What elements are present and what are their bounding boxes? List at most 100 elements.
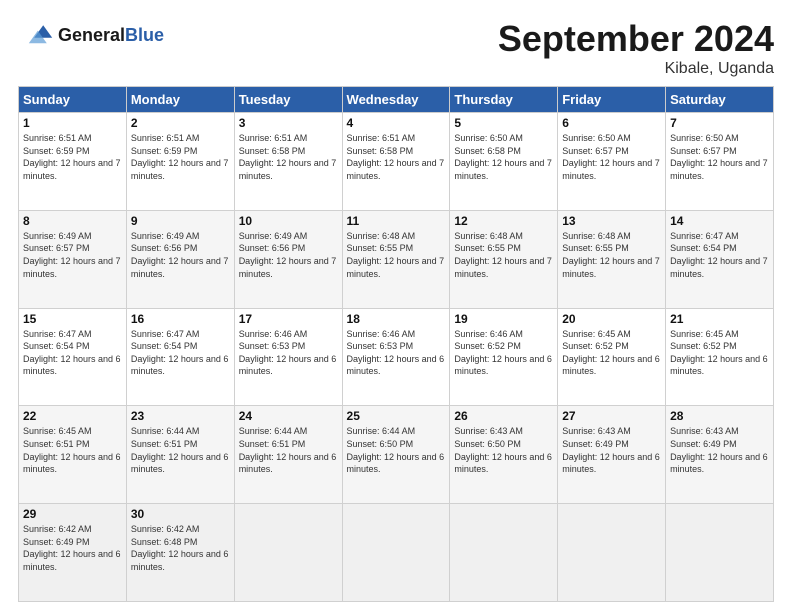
weekday-header-thursday: Thursday xyxy=(450,87,558,113)
day-info: Sunrise: 6:50 AMSunset: 6:57 PMDaylight:… xyxy=(562,132,661,182)
weekday-header-wednesday: Wednesday xyxy=(342,87,450,113)
day-info: Sunrise: 6:49 AMSunset: 6:56 PMDaylight:… xyxy=(239,230,338,280)
day-number: 3 xyxy=(239,116,338,130)
logo-text: GeneralBlue xyxy=(58,26,164,46)
calendar-cell: 30 Sunrise: 6:42 AMSunset: 6:48 PMDayligh… xyxy=(126,504,234,602)
calendar-cell: 6 Sunrise: 6:50 AMSunset: 6:57 PMDaylight… xyxy=(558,113,666,211)
day-info: Sunrise: 6:51 AMSunset: 6:58 PMDaylight:… xyxy=(347,132,446,182)
calendar-cell: 17 Sunrise: 6:46 AMSunset: 6:53 PMDayligh… xyxy=(234,308,342,406)
day-number: 16 xyxy=(131,312,230,326)
calendar-cell: 22 Sunrise: 6:45 AMSunset: 6:51 PMDayligh… xyxy=(19,406,127,504)
day-info: Sunrise: 6:45 AMSunset: 6:52 PMDaylight:… xyxy=(670,328,769,378)
day-number: 8 xyxy=(23,214,122,228)
calendar-cell: 8 Sunrise: 6:49 AMSunset: 6:57 PMDaylight… xyxy=(19,210,127,308)
day-number: 4 xyxy=(347,116,446,130)
calendar-cell: 25 Sunrise: 6:44 AMSunset: 6:50 PMDayligh… xyxy=(342,406,450,504)
calendar-cell: 20Sunrise: 6:45 AMSunset: 6:52 PMDayligh… xyxy=(558,308,666,406)
calendar-cell: 3 Sunrise: 6:51 AMSunset: 6:58 PMDaylight… xyxy=(234,113,342,211)
day-number: 28 xyxy=(670,409,769,423)
day-number: 2 xyxy=(131,116,230,130)
day-info: Sunrise: 6:48 AMSunset: 6:55 PMDaylight:… xyxy=(562,230,661,280)
calendar-cell: 4 Sunrise: 6:51 AMSunset: 6:58 PMDaylight… xyxy=(342,113,450,211)
day-number: 21 xyxy=(670,312,769,326)
weekday-header-friday: Friday xyxy=(558,87,666,113)
day-number: 7 xyxy=(670,116,769,130)
day-number: 24 xyxy=(239,409,338,423)
day-number: 6 xyxy=(562,116,661,130)
logo-icon xyxy=(18,18,54,54)
day-number: 18 xyxy=(347,312,446,326)
day-number: 12 xyxy=(454,214,553,228)
header: GeneralBlue September 2024 Kibale, Ugand… xyxy=(18,18,774,78)
calendar-cell xyxy=(234,504,342,602)
calendar-cell: 27Sunrise: 6:43 AMSunset: 6:49 PMDayligh… xyxy=(558,406,666,504)
day-info: Sunrise: 6:45 AMSunset: 6:51 PMDaylight:… xyxy=(23,425,122,475)
day-info: Sunrise: 6:47 AMSunset: 6:54 PMDaylight:… xyxy=(23,328,122,378)
calendar-cell: 23 Sunrise: 6:44 AMSunset: 6:51 PMDayligh… xyxy=(126,406,234,504)
day-number: 22 xyxy=(23,409,122,423)
calendar-cell: 16 Sunrise: 6:47 AMSunset: 6:54 PMDayligh… xyxy=(126,308,234,406)
week-row-3: 15 Sunrise: 6:47 AMSunset: 6:54 PMDayligh… xyxy=(19,308,774,406)
day-number: 9 xyxy=(131,214,230,228)
calendar-cell: 29 Sunrise: 6:42 AMSunset: 6:49 PMDayligh… xyxy=(19,504,127,602)
day-number: 29 xyxy=(23,507,122,521)
logo: GeneralBlue xyxy=(18,18,164,54)
calendar-cell: 28 Sunrise: 6:43 AMSunset: 6:49 PMDayligh… xyxy=(666,406,774,504)
calendar-cell: 7 Sunrise: 6:50 AMSunset: 6:57 PMDaylight… xyxy=(666,113,774,211)
calendar: SundayMondayTuesdayWednesdayThursdayFrid… xyxy=(18,86,774,602)
calendar-cell: 19 Sunrise: 6:46 AMSunset: 6:52 PMDayligh… xyxy=(450,308,558,406)
day-number: 19 xyxy=(454,312,553,326)
day-info: Sunrise: 6:43 AMSunset: 6:49 PMDaylight:… xyxy=(562,425,661,475)
calendar-cell: 5Sunrise: 6:50 AMSunset: 6:58 PMDaylight… xyxy=(450,113,558,211)
calendar-cell: 13 Sunrise: 6:48 AMSunset: 6:55 PMDayligh… xyxy=(558,210,666,308)
day-info: Sunrise: 6:43 AMSunset: 6:50 PMDaylight:… xyxy=(454,425,553,475)
day-number: 1 xyxy=(23,116,122,130)
day-info: Sunrise: 6:49 AMSunset: 6:57 PMDaylight:… xyxy=(23,230,122,280)
day-info: Sunrise: 6:48 AMSunset: 6:55 PMDaylight:… xyxy=(347,230,446,280)
day-number: 10 xyxy=(239,214,338,228)
day-number: 13 xyxy=(562,214,661,228)
day-info: Sunrise: 6:44 AMSunset: 6:51 PMDaylight:… xyxy=(239,425,338,475)
day-info: Sunrise: 6:43 AMSunset: 6:49 PMDaylight:… xyxy=(670,425,769,475)
day-info: Sunrise: 6:44 AMSunset: 6:51 PMDaylight:… xyxy=(131,425,230,475)
day-number: 23 xyxy=(131,409,230,423)
day-info: Sunrise: 6:46 AMSunset: 6:53 PMDaylight:… xyxy=(239,328,338,378)
day-number: 30 xyxy=(131,507,230,521)
day-number: 5 xyxy=(454,116,553,130)
day-info: Sunrise: 6:46 AMSunset: 6:52 PMDaylight:… xyxy=(454,328,553,378)
day-info: Sunrise: 6:47 AMSunset: 6:54 PMDaylight:… xyxy=(670,230,769,280)
weekday-header-saturday: Saturday xyxy=(666,87,774,113)
calendar-cell xyxy=(342,504,450,602)
page: GeneralBlue September 2024 Kibale, Ugand… xyxy=(0,0,792,612)
day-number: 25 xyxy=(347,409,446,423)
calendar-cell: 1 Sunrise: 6:51 AMSunset: 6:59 PMDaylight… xyxy=(19,113,127,211)
day-info: Sunrise: 6:51 AMSunset: 6:58 PMDaylight:… xyxy=(239,132,338,182)
day-info: Sunrise: 6:49 AMSunset: 6:56 PMDaylight:… xyxy=(131,230,230,280)
calendar-cell: 18Sunrise: 6:46 AMSunset: 6:53 PMDayligh… xyxy=(342,308,450,406)
month-title: September 2024 xyxy=(498,18,774,60)
day-info: Sunrise: 6:51 AMSunset: 6:59 PMDaylight:… xyxy=(23,132,122,182)
calendar-cell: 15 Sunrise: 6:47 AMSunset: 6:54 PMDayligh… xyxy=(19,308,127,406)
calendar-cell: 26 Sunrise: 6:43 AMSunset: 6:50 PMDayligh… xyxy=(450,406,558,504)
title-block: September 2024 Kibale, Uganda xyxy=(498,18,774,78)
day-info: Sunrise: 6:50 AMSunset: 6:57 PMDaylight:… xyxy=(670,132,769,182)
calendar-cell: 2Sunrise: 6:51 AMSunset: 6:59 PMDaylight… xyxy=(126,113,234,211)
calendar-cell: 12 Sunrise: 6:48 AMSunset: 6:55 PMDayligh… xyxy=(450,210,558,308)
day-number: 17 xyxy=(239,312,338,326)
calendar-cell: 24 Sunrise: 6:44 AMSunset: 6:51 PMDayligh… xyxy=(234,406,342,504)
week-row-4: 22 Sunrise: 6:45 AMSunset: 6:51 PMDayligh… xyxy=(19,406,774,504)
calendar-cell xyxy=(558,504,666,602)
logo-line1: GeneralBlue xyxy=(58,26,164,46)
calendar-cell: 10 Sunrise: 6:49 AMSunset: 6:56 PMDayligh… xyxy=(234,210,342,308)
day-number: 26 xyxy=(454,409,553,423)
weekday-header-tuesday: Tuesday xyxy=(234,87,342,113)
day-info: Sunrise: 6:42 AMSunset: 6:49 PMDaylight:… xyxy=(23,523,122,573)
calendar-cell: 9 Sunrise: 6:49 AMSunset: 6:56 PMDaylight… xyxy=(126,210,234,308)
day-number: 15 xyxy=(23,312,122,326)
location: Kibale, Uganda xyxy=(498,60,774,78)
calendar-cell: 14Sunrise: 6:47 AMSunset: 6:54 PMDayligh… xyxy=(666,210,774,308)
day-info: Sunrise: 6:42 AMSunset: 6:48 PMDaylight:… xyxy=(131,523,230,573)
day-info: Sunrise: 6:44 AMSunset: 6:50 PMDaylight:… xyxy=(347,425,446,475)
day-info: Sunrise: 6:48 AMSunset: 6:55 PMDaylight:… xyxy=(454,230,553,280)
day-info: Sunrise: 6:47 AMSunset: 6:54 PMDaylight:… xyxy=(131,328,230,378)
